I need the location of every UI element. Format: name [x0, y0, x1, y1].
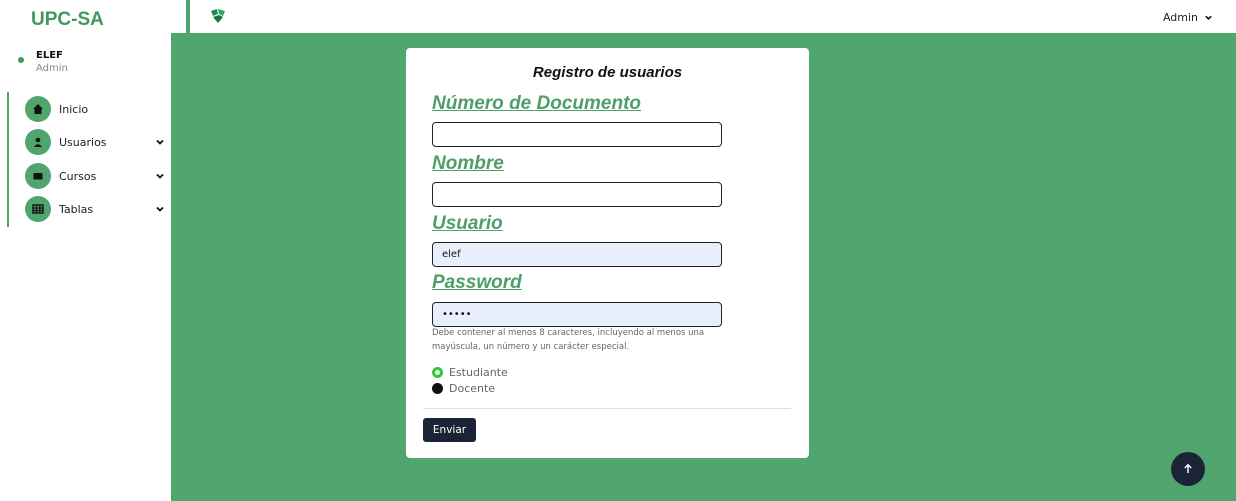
sidebar-item-tablas[interactable]: Tablas — [25, 196, 165, 222]
usuario-label: Usuario — [432, 213, 503, 234]
admin-menu-label: Admin — [1162, 11, 1198, 24]
usuario-input[interactable] — [432, 242, 722, 267]
user-icon — [25, 129, 51, 155]
submit-button[interactable]: Enviar — [423, 418, 476, 442]
chevron-down-icon — [156, 173, 164, 179]
table-icon — [25, 196, 51, 222]
user-name: ELEF — [36, 50, 63, 61]
radio-selected-icon[interactable] — [432, 367, 443, 378]
sidebar-item-label: Cursos — [59, 169, 97, 183]
role-option-label: Docente — [449, 382, 496, 395]
sidebar-item-cursos[interactable]: Cursos — [25, 163, 165, 189]
book-icon — [25, 163, 51, 189]
password-label: Password — [432, 272, 522, 293]
registration-form-card: Registro de usuarios Número de Documento… — [406, 48, 809, 458]
admin-user-menu[interactable]: Admin — [1163, 11, 1213, 24]
chevron-down-icon — [156, 139, 164, 145]
sidebar-nav: Inicio Usuarios Cursos Tablas — [7, 92, 167, 227]
radio-unselected-icon[interactable] — [432, 383, 443, 394]
topbar — [171, 0, 1236, 33]
user-role: Admin — [36, 63, 68, 74]
home-icon — [25, 96, 51, 122]
online-status-dot — [18, 57, 24, 63]
scroll-to-top-button[interactable] — [1171, 452, 1205, 486]
sidebar: UPC-SA ELEF Admin Inicio Usuarios Cursos — [0, 0, 171, 501]
logo-icon[interactable] — [209, 8, 227, 24]
password-input[interactable] — [432, 302, 722, 327]
chevron-down-icon — [1205, 15, 1212, 20]
documento-input[interactable] — [432, 122, 722, 147]
topbar-accent-bar — [186, 0, 190, 33]
sidebar-item-label: Inicio — [59, 102, 89, 116]
documento-label: Número de Documento — [432, 93, 642, 114]
form-title: Registro de usuarios — [532, 64, 683, 81]
sidebar-item-usuarios[interactable]: Usuarios — [25, 129, 165, 155]
sidebar-item-label: Usuarios — [59, 135, 107, 149]
role-option-estudiante[interactable]: Estudiante — [432, 366, 508, 379]
nombre-input[interactable] — [432, 182, 722, 207]
role-option-label: Estudiante — [449, 366, 508, 379]
sidebar-item-inicio[interactable]: Inicio — [25, 96, 165, 122]
brand-title[interactable]: UPC-SA — [31, 9, 104, 31]
role-option-docente[interactable]: Docente — [432, 382, 495, 395]
sidebar-item-label: Tablas — [59, 202, 94, 216]
chevron-down-icon — [156, 206, 164, 212]
arrow-up-icon — [1184, 463, 1192, 473]
form-divider — [423, 408, 791, 409]
nombre-label: Nombre — [432, 153, 504, 174]
password-hint: Debe contener al menos 8 caracteres, inc… — [432, 328, 705, 352]
